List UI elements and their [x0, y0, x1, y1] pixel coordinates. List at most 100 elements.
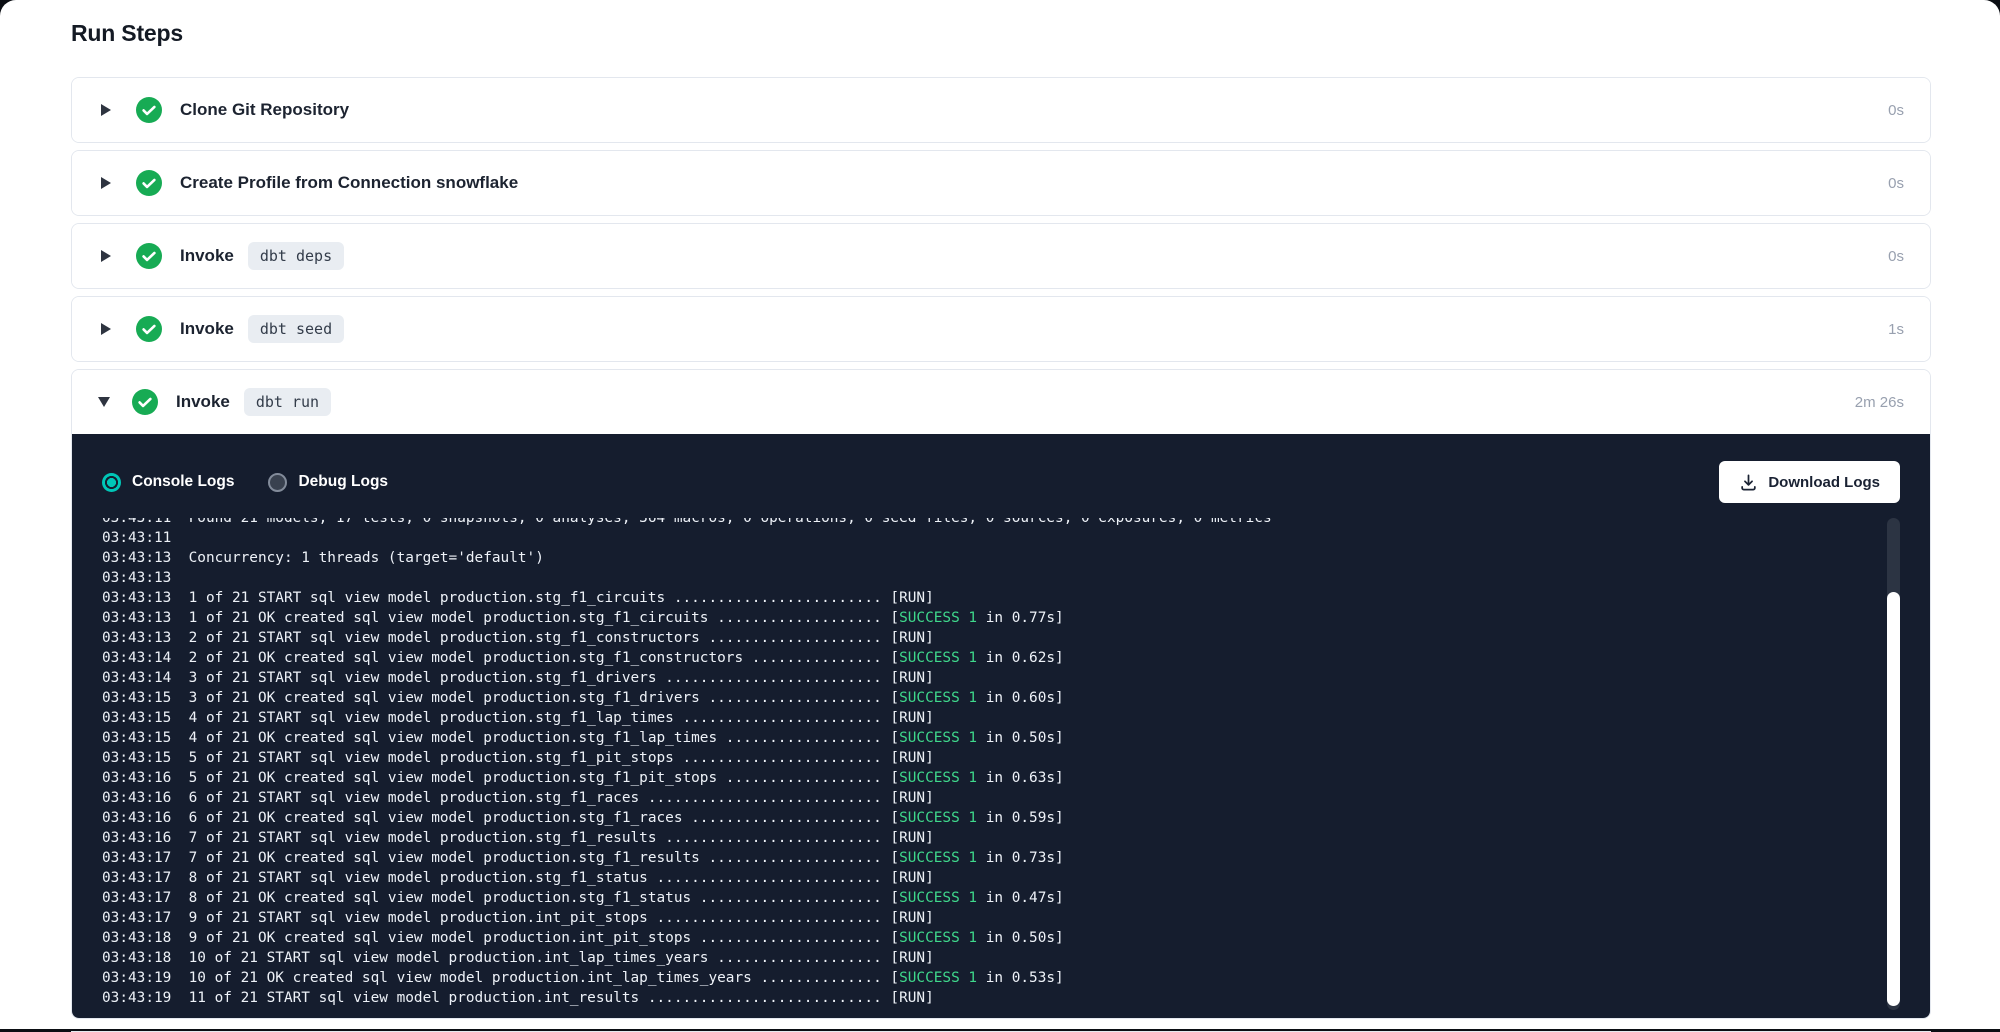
log-line: 03:43:14 2 of 21 OK created sql view mod…: [102, 648, 1900, 668]
step-duration: 0s: [1888, 248, 1904, 265]
download-logs-button[interactable]: Download Logs: [1719, 461, 1900, 503]
page-title: Run Steps: [71, 20, 2000, 47]
log-text: RUN]: [899, 670, 934, 686]
log-timestamp: 03:43:16: [102, 830, 171, 846]
log-timestamp: 03:43:11: [102, 518, 171, 526]
log-line: 03:43:17 8 of 21 START sql view model pr…: [102, 868, 1900, 888]
log-text: 10 of 21 START sql view model production…: [171, 950, 899, 966]
log-text: 4 of 21 OK created sql view model produc…: [171, 730, 899, 746]
check-circle-icon: [136, 243, 162, 269]
caret-down-icon[interactable]: [98, 397, 110, 407]
log-text: in 0.73s]: [977, 850, 1064, 866]
log-line: 03:43:13 1 of 21 OK created sql view mod…: [102, 608, 1900, 628]
log-line: 03:43:15 4 of 21 START sql view model pr…: [102, 708, 1900, 728]
radio-selected-icon[interactable]: [102, 473, 121, 492]
log-line: 03:43:15 4 of 21 OK created sql view mod…: [102, 728, 1900, 748]
log-text: in 0.50s]: [977, 930, 1064, 946]
log-text: 7 of 21 START sql view model production.…: [171, 830, 899, 846]
log-status-success: SUCCESS 1: [899, 650, 977, 666]
log-text: in 0.77s]: [977, 610, 1064, 626]
check-circle-icon: [136, 316, 162, 342]
caret-right-icon[interactable]: [101, 104, 111, 116]
console-logs-label[interactable]: Console Logs: [132, 473, 234, 491]
log-line: 03:43:13 2 of 21 START sql view model pr…: [102, 628, 1900, 648]
log-status-success: SUCCESS 1: [899, 810, 977, 826]
log-line: 03:43:15 5 of 21 START sql view model pr…: [102, 748, 1900, 768]
log-timestamp: 03:43:15: [102, 730, 171, 746]
log-timestamp: 03:43:17: [102, 910, 171, 926]
log-timestamp: 03:43:13: [102, 550, 171, 566]
log-timestamp: 03:43:17: [102, 890, 171, 906]
log-line: 03:43:18 10 of 21 START sql view model p…: [102, 948, 1900, 968]
log-line: 03:43:13: [102, 568, 1900, 588]
log-line: 03:43:16 6 of 21 OK created sql view mod…: [102, 808, 1900, 828]
run-step-header[interactable]: Create Profile from Connection snowflake…: [72, 151, 1930, 215]
log-text: RUN]: [899, 790, 934, 806]
log-scrollbar-thumb[interactable]: [1887, 592, 1900, 1006]
log-scrollbar-track[interactable]: [1887, 518, 1900, 1010]
log-text: in 0.60s]: [977, 690, 1064, 706]
log-timestamp: 03:43:17: [102, 850, 171, 866]
log-text: 11 of 21 START sql view model production…: [171, 990, 899, 1006]
log-timestamp: 03:43:19: [102, 990, 171, 1006]
log-text: Found 21 models, 17 tests, 0 snapshots, …: [171, 518, 1271, 526]
log-text: 9 of 21 OK created sql view model produc…: [171, 930, 899, 946]
log-panel: Console Logs Debug Logs Download Logs: [72, 434, 1930, 1018]
log-line: 03:43:19 10 of 21 OK created sql view mo…: [102, 968, 1900, 988]
log-text: 8 of 21 OK created sql view model produc…: [171, 890, 899, 906]
log-line: 03:43:19 11 of 21 START sql view model p…: [102, 988, 1900, 1008]
tab-console-logs[interactable]: Console Logs: [102, 473, 234, 492]
radio-unselected-icon[interactable]: [268, 473, 287, 492]
log-lines: 03:43:11 Found 21 models, 17 tests, 0 sn…: [102, 518, 1900, 1008]
log-timestamp: 03:43:15: [102, 750, 171, 766]
log-text: 1 of 21 START sql view model production.…: [171, 590, 899, 606]
log-status-success: SUCCESS 1: [899, 970, 977, 986]
log-timestamp: 03:43:11: [102, 530, 171, 546]
step-duration: 1s: [1888, 321, 1904, 338]
log-text: 2 of 21 OK created sql view model produc…: [171, 650, 899, 666]
log-text: 8 of 21 START sql view model production.…: [171, 870, 899, 886]
log-text: RUN]: [899, 990, 934, 1006]
log-timestamp: 03:43:19: [102, 970, 171, 986]
console-log-output[interactable]: 03:43:11 Found 21 models, 17 tests, 0 sn…: [102, 518, 1900, 1010]
log-line: 03:43:18 9 of 21 OK created sql view mod…: [102, 928, 1900, 948]
log-line: 03:43:17 8 of 21 OK created sql view mod…: [102, 888, 1900, 908]
run-step-create-profile: Create Profile from Connection snowflake…: [71, 150, 1931, 216]
download-logs-label: Download Logs: [1768, 474, 1880, 491]
log-line: 03:43:17 9 of 21 START sql view model pr…: [102, 908, 1900, 928]
run-step-dbt-run: Invoke dbt run 2m 26s Console Logs Debug…: [71, 369, 1931, 1019]
log-text: 3 of 21 START sql view model production.…: [171, 670, 899, 686]
log-timestamp: 03:43:15: [102, 690, 171, 706]
caret-right-icon[interactable]: [101, 250, 111, 262]
run-step-header[interactable]: Invoke dbt run 2m 26s: [72, 370, 1930, 434]
run-step-header[interactable]: Invoke dbt deps 0s: [72, 224, 1930, 288]
step-command-chip: dbt seed: [248, 315, 344, 343]
step-label: Clone Git Repository: [180, 100, 349, 120]
log-status-success: SUCCESS 1: [899, 930, 977, 946]
run-step-clone-git: Clone Git Repository 0s: [71, 77, 1931, 143]
run-step-header[interactable]: Clone Git Repository 0s: [72, 78, 1930, 142]
step-duration: 0s: [1888, 175, 1904, 192]
caret-right-icon[interactable]: [101, 323, 111, 335]
log-line: 03:43:11 Found 21 models, 17 tests, 0 sn…: [102, 518, 1900, 528]
log-line: 03:43:11: [102, 528, 1900, 548]
log-status-success: SUCCESS 1: [899, 770, 977, 786]
step-duration: 0s: [1888, 102, 1904, 119]
debug-logs-label[interactable]: Debug Logs: [298, 473, 388, 491]
log-text: in 0.53s]: [977, 970, 1064, 986]
log-timestamp: 03:43:16: [102, 790, 171, 806]
check-circle-icon: [136, 170, 162, 196]
log-timestamp: 03:43:13: [102, 570, 171, 586]
log-line: 03:43:16 6 of 21 START sql view model pr…: [102, 788, 1900, 808]
tab-debug-logs[interactable]: Debug Logs: [268, 473, 388, 492]
log-text: in 0.59s]: [977, 810, 1064, 826]
caret-right-icon[interactable]: [101, 177, 111, 189]
log-text: RUN]: [899, 870, 934, 886]
log-timestamp: 03:43:13: [102, 610, 171, 626]
log-status-success: SUCCESS 1: [899, 610, 977, 626]
log-timestamp: 03:43:13: [102, 630, 171, 646]
log-text: Concurrency: 1 threads (target='default'…: [171, 550, 544, 566]
run-step-header[interactable]: Invoke dbt seed 1s: [72, 297, 1930, 361]
log-line: 03:43:13 1 of 21 START sql view model pr…: [102, 588, 1900, 608]
log-text: in 0.63s]: [977, 770, 1064, 786]
